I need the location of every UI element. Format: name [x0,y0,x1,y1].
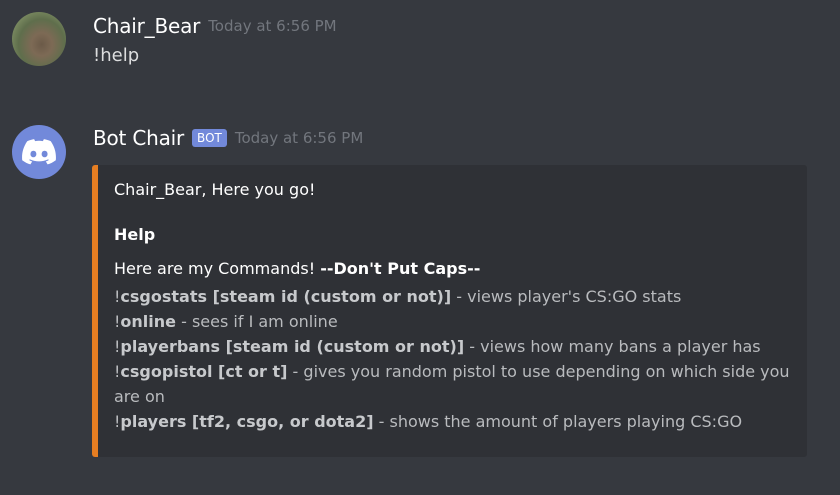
list-item: !csgostats [steam id (custom or not)] - … [114,284,795,309]
command-list: !csgostats [steam id (custom or not)] - … [114,284,795,434]
username[interactable]: Bot Chair [93,126,184,150]
embed: Chair_Bear, Here you go! Help Here are m… [92,165,807,457]
bot-tag: BOT [192,129,227,147]
discord-logo-icon [12,125,66,179]
command-description: - sees if I am online [176,312,338,331]
embed-body: Chair_Bear, Here you go! Help Here are m… [114,179,795,434]
command-name: csgopistol [ct or t] [120,362,288,381]
description-lead: Here are my Commands! [114,259,321,278]
list-item: !online - sees if I am online [114,309,795,334]
message-chair-bear: Chair_Bear Today at 6:56 PM !help [0,0,840,100]
embed-author: Chair_Bear, Here you go! [114,180,316,199]
wombat-photo [12,12,66,66]
command-name: csgostats [steam id (custom or not)] [120,287,452,306]
avatar[interactable] [12,125,66,179]
discord-logo-icon [22,139,56,165]
command-name: online [120,312,177,331]
list-item: !players [tf2, csgo, or dota2] - shows t… [114,409,795,434]
command-description: - shows the amount of players playing CS… [373,412,743,431]
message-content: !help [93,45,140,66]
list-item: !playerbans [steam id (custom or not)] -… [114,334,795,359]
command-description: - views player's CS:GO stats [451,287,682,306]
username[interactable]: Chair_Bear [93,14,200,38]
timestamp: Today at 6:56 PM [234,129,364,147]
timestamp: Today at 6:56 PM [208,17,337,35]
chat-area: Chair_Bear Today at 6:56 PM !help Bot Ch… [0,0,840,495]
description-bold: --Don't Put Caps-- [320,259,481,278]
list-item: !csgopistol [ct or t] - gives you random… [114,359,795,409]
avatar[interactable] [12,12,66,66]
message-header: Bot Chair BOT Today at 6:56 PM [93,126,363,150]
command-description: - views how many bans a player has [464,337,761,356]
command-name: players [tf2, csgo, or dota2] [120,412,374,431]
message-bot-chair: Bot Chair BOT Today at 6:56 PM Chair_Bea… [0,108,840,495]
embed-description: Here are my Commands! --Don't Put Caps-- [114,258,795,280]
message-header: Chair_Bear Today at 6:56 PM [93,14,337,38]
command-name: playerbans [steam id (custom or not)] [120,337,465,356]
embed-title: Help [114,225,156,244]
